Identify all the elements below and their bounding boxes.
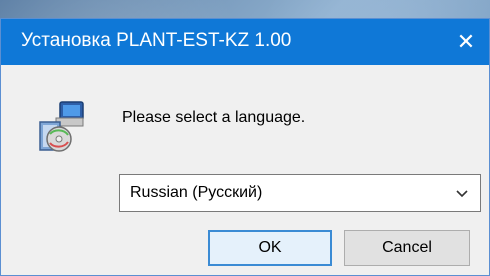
installer-icon <box>39 101 84 152</box>
cancel-button-label: Cancel <box>382 239 432 256</box>
ok-button-label: OK <box>258 239 282 256</box>
cancel-button[interactable]: Cancel <box>344 230 470 266</box>
dialog-content: Please select a language. Russian (Русск… <box>1 65 489 275</box>
language-prompt: Please select a language. <box>122 109 306 126</box>
language-selection-dialog: Установка PLANT-EST-KZ 1.00 ✕ Please sel… <box>0 18 490 276</box>
chevron-down-icon <box>456 190 468 198</box>
close-button[interactable]: ✕ <box>443 19 489 65</box>
language-select-value: Russian (Русский) <box>130 184 263 201</box>
close-icon: ✕ <box>456 29 476 54</box>
ok-button[interactable]: OK <box>208 230 332 266</box>
window-title: Установка PLANT-EST-KZ 1.00 <box>21 30 292 51</box>
language-select[interactable]: Russian (Русский) <box>119 174 481 212</box>
title-bar: Установка PLANT-EST-KZ 1.00 ✕ <box>1 19 489 65</box>
